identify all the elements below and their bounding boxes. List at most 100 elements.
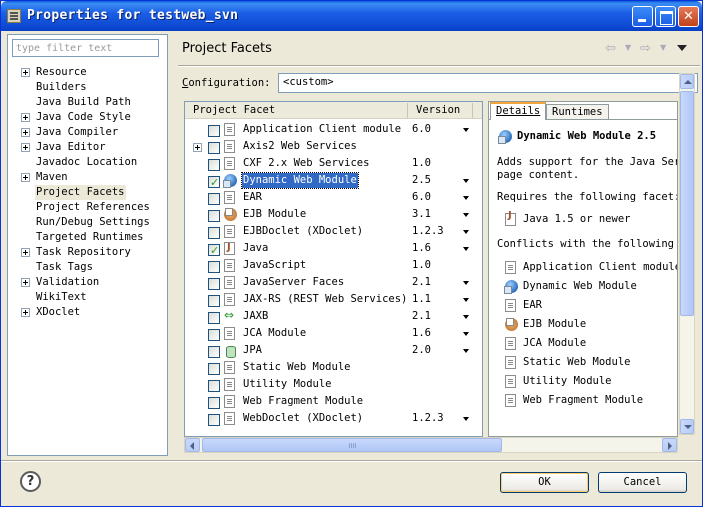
tree-item-wikitext[interactable]: WikiText	[8, 290, 167, 305]
facet-row[interactable]: JCA Module 1.6	[185, 325, 482, 342]
tree-item-java-editor[interactable]: Java Editor	[8, 140, 167, 155]
facet-row[interactable]: EAR 6.0	[185, 189, 482, 206]
facet-row[interactable]: Axis2 Web Services	[185, 138, 482, 155]
facet-checkbox[interactable]	[208, 312, 220, 324]
tree-item-task-repository[interactable]: Task Repository	[8, 245, 167, 260]
facet-checkbox[interactable]	[208, 261, 220, 273]
facet-row[interactable]: EJBDoclet (XDoclet) 1.2.3	[185, 223, 482, 240]
version-dropdown-icon[interactable]	[463, 179, 469, 183]
tree-item-targeted-runtimes[interactable]: Targeted Runtimes	[8, 230, 167, 245]
column-header-version[interactable]: Version	[416, 104, 460, 116]
facet-row[interactable]: Dynamic Web Module 2.5	[185, 172, 482, 191]
version-dropdown-icon[interactable]	[463, 247, 469, 251]
expand-icon[interactable]	[21, 278, 30, 287]
version-dropdown-icon[interactable]	[463, 196, 469, 200]
facet-version[interactable]: 2.0	[412, 342, 431, 359]
tree-item-javadoc-location[interactable]: Javadoc Location	[8, 155, 167, 170]
facet-row[interactable]: JPA 2.0	[185, 342, 482, 359]
facet-row[interactable]: EJB Module 3.1	[185, 206, 482, 223]
facet-checkbox[interactable]	[208, 380, 220, 392]
tab-details[interactable]: Details	[490, 102, 547, 120]
expand-icon[interactable]	[21, 143, 30, 152]
version-dropdown-icon[interactable]	[463, 315, 469, 319]
configuration-combo[interactable]: <custom>	[278, 73, 698, 93]
facet-version[interactable]: 3.1	[412, 206, 431, 223]
help-icon[interactable]: ?	[20, 471, 41, 492]
expand-icon[interactable]	[21, 173, 30, 182]
scroll-up-icon[interactable]	[680, 74, 694, 89]
facet-row[interactable]: JavaScript 1.0	[185, 257, 482, 274]
expand-icon[interactable]	[21, 248, 30, 257]
facet-checkbox[interactable]	[208, 125, 220, 137]
facet-checkbox[interactable]	[208, 414, 220, 426]
tree-item-java-build-path[interactable]: Java Build Path	[8, 95, 167, 110]
facet-row[interactable]: Web Fragment Module	[185, 393, 482, 410]
maximize-button[interactable]	[655, 6, 676, 27]
horizontal-scroll-thumb[interactable]	[202, 438, 502, 452]
facet-row[interactable]: CXF 2.x Web Services 1.0	[185, 155, 482, 172]
expand-icon[interactable]	[21, 128, 30, 137]
version-dropdown-icon[interactable]	[463, 298, 469, 302]
column-header-facet[interactable]: Project Facet	[193, 104, 275, 116]
tab-runtimes[interactable]: Runtimes	[546, 104, 609, 119]
horizontal-scrollbar[interactable]	[184, 437, 678, 453]
facet-row[interactable]: JAX-RS (REST Web Services) 1.1	[185, 291, 482, 308]
facet-checkbox[interactable]	[208, 242, 220, 259]
tree-item-java-compiler[interactable]: Java Compiler	[8, 125, 167, 140]
facet-version[interactable]: 2.5	[412, 172, 431, 189]
back-arrow-icon[interactable]: ⇦	[605, 41, 616, 56]
facet-checkbox[interactable]	[208, 397, 220, 409]
tree-item-builders[interactable]: Builders	[8, 80, 167, 95]
facet-row[interactable]: WebDoclet (XDoclet) 1.2.3	[185, 410, 482, 427]
facet-row[interactable]: JAXB 2.1	[185, 307, 482, 325]
facet-version[interactable]: 1.6	[412, 240, 431, 257]
expand-icon[interactable]	[193, 143, 202, 152]
expand-icon[interactable]	[21, 113, 30, 122]
facet-row[interactable]: Utility Module	[185, 376, 482, 393]
expand-icon[interactable]	[21, 308, 30, 317]
tree-item-project-facets[interactable]: Project Facets	[8, 185, 167, 200]
facet-row[interactable]: Static Web Module	[185, 359, 482, 376]
tree-item-resource[interactable]: Resource	[8, 65, 167, 80]
title-bar[interactable]: Properties for testweb_svn	[1, 1, 702, 31]
facet-version[interactable]: 6.0	[412, 121, 431, 138]
tree-item-validation[interactable]: Validation	[8, 275, 167, 290]
version-dropdown-icon[interactable]	[463, 128, 469, 132]
facet-row[interactable]: JavaServer Faces 2.1	[185, 274, 482, 291]
close-button[interactable]	[678, 6, 699, 27]
facet-version[interactable]: 1.2.3	[412, 410, 444, 427]
scroll-right-icon[interactable]	[662, 438, 677, 452]
facet-checkbox[interactable]	[208, 142, 220, 154]
tree-item-java-code-style[interactable]: Java Code Style	[8, 110, 167, 125]
version-dropdown-icon[interactable]	[463, 281, 469, 285]
facet-checkbox[interactable]	[208, 159, 220, 171]
tree-item-project-references[interactable]: Project References	[8, 200, 167, 215]
facet-checkbox[interactable]	[208, 363, 220, 375]
facet-checkbox[interactable]	[208, 346, 220, 358]
tree-item-run-debug-settings[interactable]: Run/Debug Settings	[8, 215, 167, 230]
facet-checkbox[interactable]	[208, 174, 220, 191]
tree-item-maven[interactable]: Maven	[8, 170, 167, 185]
facet-checkbox[interactable]	[208, 278, 220, 290]
version-dropdown-icon[interactable]	[463, 213, 469, 217]
filter-input[interactable]	[12, 39, 159, 57]
expand-icon[interactable]	[21, 68, 30, 77]
facet-checkbox[interactable]	[208, 329, 220, 341]
facet-version[interactable]: 2.1	[412, 308, 431, 325]
view-menu-icon[interactable]	[677, 45, 687, 51]
facet-version[interactable]: 1.1	[412, 291, 431, 308]
forward-arrow-icon[interactable]: ⇨	[640, 41, 651, 56]
facet-version[interactable]: 6.0	[412, 189, 431, 206]
facet-version[interactable]: 2.1	[412, 274, 431, 291]
vertical-scroll-thumb[interactable]	[680, 91, 694, 316]
version-dropdown-icon[interactable]	[463, 417, 469, 421]
back-dropdown-icon[interactable]: ▼	[625, 43, 631, 52]
facet-checkbox[interactable]	[208, 193, 220, 205]
version-dropdown-icon[interactable]	[463, 230, 469, 234]
ok-button[interactable]: OK	[500, 472, 589, 493]
cancel-button[interactable]: Cancel	[598, 472, 687, 493]
forward-dropdown-icon[interactable]: ▼	[660, 43, 666, 52]
scroll-left-icon[interactable]	[185, 438, 200, 452]
facet-checkbox[interactable]	[208, 210, 220, 222]
tree-item-xdoclet[interactable]: XDoclet	[8, 305, 167, 320]
